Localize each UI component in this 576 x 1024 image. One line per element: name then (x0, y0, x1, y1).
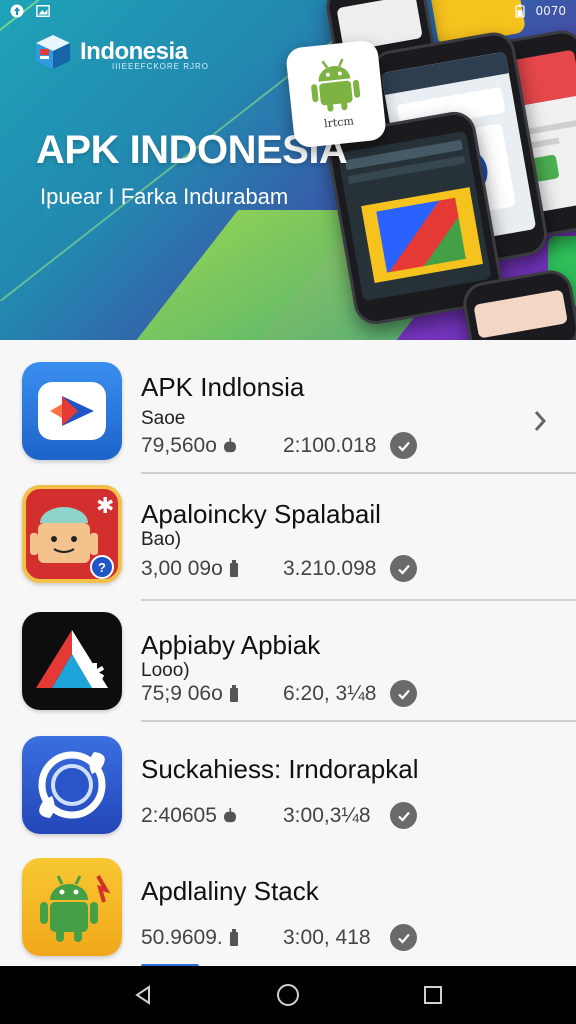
svg-text:✱: ✱ (96, 494, 114, 519)
verified-check-icon (390, 924, 417, 951)
verified-check-icon (390, 432, 417, 459)
android-robot-icon (311, 58, 361, 112)
battery-icon (229, 929, 238, 946)
battery-icon (229, 685, 238, 702)
chevron-right-icon[interactable] (530, 408, 550, 434)
back-triangle-icon (134, 985, 150, 1005)
home-circle-icon (276, 984, 299, 1006)
list-item[interactable]: ✱ Apþiaby Apbiak Looo) 75;9 06o 6:20, 3¼… (0, 612, 576, 722)
cube-logo-icon (36, 35, 70, 69)
status-bar: 0070 (0, 0, 576, 22)
svg-text:?: ? (98, 560, 106, 575)
svg-text:✱: ✱ (84, 659, 106, 689)
swirl-app-icon (22, 736, 122, 834)
app-name: Suckahiess: Irndorapkal (141, 754, 419, 784)
app-stat-size: 3:00, 418 (283, 926, 371, 949)
verified-check-icon (390, 555, 417, 582)
app-name: APK Indlonsia (141, 372, 305, 402)
app-name: Apaloincky Spalabail (141, 499, 381, 529)
app-stat-downloads: 2:40605 (141, 804, 237, 828)
app-stat-downloads: 79,560o (141, 434, 237, 458)
app-stat-size: 2:100.018 (283, 434, 377, 457)
row-divider (141, 599, 576, 601)
app-stat-downloads: 75;9 06o (141, 682, 239, 706)
triangle-app-icon: ✱ (22, 612, 122, 710)
row-divider (141, 720, 576, 722)
app-stat-size: 3.210.098 (283, 557, 377, 580)
app-subtitle: Looo) (141, 660, 190, 681)
back-button[interactable] (123, 975, 163, 1015)
recents-button[interactable] (413, 975, 453, 1015)
banner-subtitle: Ipuear I Farka Indurabam (40, 184, 289, 209)
app-subtitle: Saoe (141, 408, 186, 429)
app-stat-size: 6:20, 3¼8 (283, 682, 377, 705)
app-stat-downloads: 3,00 09o (141, 557, 239, 581)
app-stat-value: 3,00 09o (141, 557, 223, 580)
app-subtitle: Bao) (141, 529, 182, 550)
verified-check-icon (390, 802, 417, 829)
brand-tagline: IIIEEEFCKORE RJRO (112, 62, 210, 71)
image-icon (36, 4, 50, 18)
list-item[interactable]: Apdlaliny Stack 50.9609. 3:00, 418 (0, 858, 576, 966)
recents-square-icon (424, 986, 443, 1004)
list-item[interactable]: ? ✱ Apaloincky Spalabail Bao) 3,00 09o 3… (0, 485, 576, 601)
battery-icon (513, 4, 527, 18)
apple-icon (223, 438, 236, 453)
robot-card-caption: lrtcm (323, 114, 355, 131)
battery-icon (229, 560, 238, 577)
android-app-icon (22, 858, 122, 956)
row-divider (141, 472, 576, 474)
app-stat-value: 50.9609. (141, 926, 223, 949)
hero-banner: 0070 Indonesia IIIEEEFCKORE RJRO APK IND… (0, 0, 576, 340)
upload-icon (10, 4, 24, 18)
list-item[interactable]: Suckahiess: Irndorapkal 2:40605 3:00,3¼8 (0, 736, 576, 846)
robot-app-icon: ? ✱ (22, 485, 122, 583)
status-time: 0070 (535, 4, 566, 18)
app-stat-downloads: 50.9609. (141, 926, 239, 950)
app-list: APK Indlonsia Saoe 79,560o 2:100.018 ? ✱ (0, 340, 576, 966)
android-robot-card: lrtcm (285, 39, 387, 149)
app-stat-value: 75;9 06o (141, 682, 223, 705)
apple-icon (223, 808, 236, 823)
verified-check-icon (390, 680, 417, 707)
app-name: Apdlaliny Stack (141, 876, 319, 906)
app-stat-value: 2:40605 (141, 804, 217, 827)
home-button[interactable] (268, 975, 308, 1015)
system-nav-bar (0, 966, 576, 1024)
apk-indonesia-app-icon (22, 362, 122, 460)
brand-logo: Indonesia IIIEEEFCKORE RJRO (32, 32, 208, 72)
list-item[interactable]: APK Indlonsia Saoe 79,560o 2:100.018 (0, 362, 576, 474)
app-stat-size: 3:00,3¼8 (283, 804, 371, 827)
app-stat-value: 79,560o (141, 434, 217, 457)
app-name: Apþiaby Apbiak (141, 630, 321, 660)
